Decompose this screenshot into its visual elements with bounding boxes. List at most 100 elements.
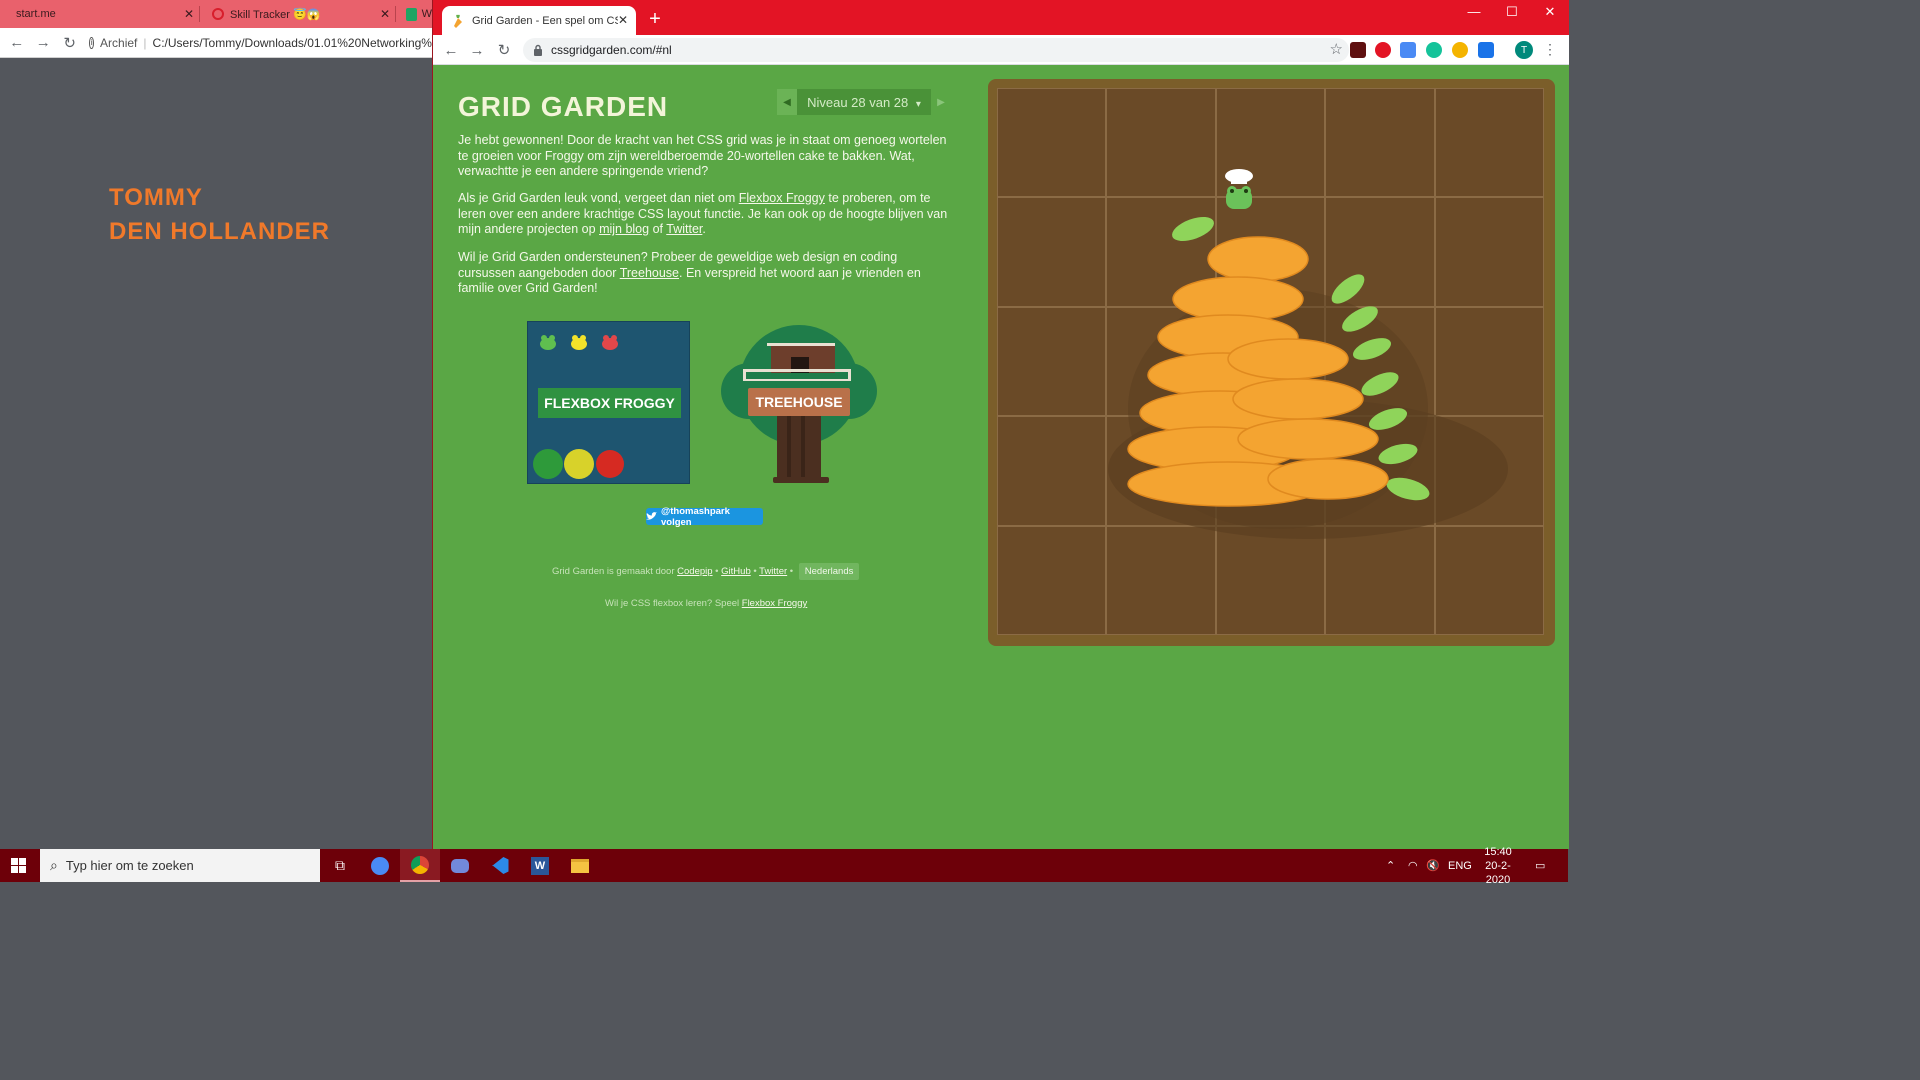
reload-icon[interactable]: ↻ (492, 38, 516, 62)
taskbar: ⌕ Typ hier om te zoeken ⧉ W ⌃ ◠ 🔇 ENG 15… (0, 846, 1568, 886)
tab-sheets[interactable]: W (398, 0, 432, 28)
vscode-app-icon[interactable] (480, 849, 520, 882)
separator: • (750, 566, 760, 577)
separator: • (787, 566, 796, 577)
github-link[interactable]: GitHub (721, 566, 751, 577)
address-bar[interactable]: cssgridgarden.com/#nl ☆ (523, 38, 1349, 62)
grammarly-extension-icon[interactable] (1426, 42, 1442, 58)
omnibox-divider: | (143, 35, 147, 50)
loading-spinner-icon (212, 8, 224, 20)
extension-icon[interactable] (1478, 42, 1494, 58)
close-tab-icon[interactable]: ✕ (184, 7, 194, 21)
maximize-button[interactable]: ☐ (1497, 4, 1527, 20)
taskbar-search[interactable]: ⌕ Typ hier om te zoeken (40, 849, 320, 882)
file-explorer-icon[interactable] (560, 849, 600, 882)
tab-grid-garden[interactable]: Grid Garden - Een spel om CSS g ✕ (442, 6, 636, 35)
sheets-icon (406, 7, 417, 21)
blog-link[interactable]: mijn blog (599, 222, 649, 236)
clock-date: 20-2-2020 (1485, 859, 1511, 886)
next-level-button[interactable]: ▶ (931, 89, 951, 115)
close-tab-icon[interactable]: ✕ (618, 13, 628, 27)
bookmark-star-icon[interactable]: ☆ (1330, 40, 1343, 58)
google-app-icon[interactable] (360, 849, 400, 882)
text: Als je Grid Garden leuk vond, vergeet da… (458, 191, 739, 205)
promo-paragraph: Als je Grid Garden leuk vond, vergeet da… (458, 191, 954, 238)
url-text: cssgridgarden.com/#nl (551, 43, 672, 57)
treehouse-label: TREEHOUSE (748, 388, 850, 416)
back-arrow-icon[interactable]: ← (439, 38, 463, 62)
clock[interactable]: 15:40 20-2-2020 (1476, 846, 1520, 886)
background-browser-window: start.me ✕ Skill Tracker 😇😱 ✕ W ← → ↻ i … (0, 0, 432, 849)
adblock-extension-icon[interactable] (1375, 42, 1391, 58)
twitter-follow-button[interactable]: @thomashpark volgen (646, 505, 763, 528)
chevron-up-icon[interactable]: ⌃ (1386, 849, 1395, 882)
chevron-down-icon: ▾ (915, 98, 921, 110)
twitter-footer-link[interactable]: Twitter (759, 566, 787, 577)
win-paragraph: Je hebt gewonnen! Door de kracht van het… (458, 133, 947, 178)
url-text: C:/Users/Tommy/Downloads/01.01%20Network… (152, 35, 432, 50)
tab-label: W (421, 8, 432, 20)
tab-label: start.me (16, 8, 56, 20)
tab-skill-tracker[interactable]: Skill Tracker 😇😱 ✕ (200, 0, 396, 28)
title-bar: Grid Garden - Een spel om CSS g ✕ + — ☐ … (433, 0, 1569, 35)
tab-label: Skill Tracker 😇😱 (230, 8, 321, 21)
codepip-link[interactable]: Codepip (677, 566, 712, 577)
name-first: TOMMY (109, 184, 203, 211)
close-window-button[interactable]: ✕ (1535, 4, 1565, 20)
twitter-follow-label: @thomashpark volgen (660, 505, 730, 528)
carrot-cake-illustration (1108, 169, 1508, 539)
text: Wil je CSS flexbox leren? Speel (605, 598, 742, 609)
volume-muted-icon[interactable]: 🔇 (1426, 849, 1440, 882)
flexbox-froggy-footer-link[interactable]: Flexbox Froggy (742, 598, 807, 609)
footer-credits: Grid Garden is gemaakt door Codepip • Gi… (552, 563, 860, 580)
forward-arrow-icon[interactable]: → (31, 31, 54, 55)
windows-start-icon[interactable] (11, 858, 27, 874)
flexbox-froggy-card[interactable]: FLEXBOX FROGGY (527, 321, 690, 484)
twitter-bird-icon (646, 512, 657, 520)
security-label: Archief (100, 35, 138, 50)
tab-start-me[interactable]: start.me ✕ (0, 0, 200, 28)
address-bar[interactable]: i Archief | C:/Users/Tommy/Downloads/01.… (89, 36, 432, 50)
tab-separator (395, 6, 396, 22)
reload-icon[interactable]: ↻ (58, 31, 81, 55)
treehouse-link[interactable]: Treehouse (620, 266, 679, 280)
level-text: Niveau 28 van 28 (807, 94, 909, 110)
wifi-icon[interactable]: ◠ (1408, 849, 1418, 882)
close-tab-icon[interactable]: ✕ (380, 7, 390, 21)
new-tab-button[interactable]: + (645, 8, 665, 31)
task-view-icon[interactable]: ⧉ (320, 849, 360, 882)
language-button[interactable]: Nederlands (798, 563, 860, 580)
color-picker-extension-icon[interactable] (1452, 42, 1468, 58)
text: of (649, 222, 667, 236)
name-heading: TOMMY DEN HOLLANDER (109, 181, 330, 249)
search-icon: ⌕ (50, 857, 58, 873)
active-browser-window: Grid Garden - Een spel om CSS g ✕ + — ☐ … (432, 0, 1569, 849)
back-arrow-icon[interactable]: ← (5, 31, 28, 55)
search-placeholder: Typ hier om te zoeken (65, 858, 194, 873)
carrot-favicon-icon (454, 14, 462, 28)
flexbox-froggy-link[interactable]: Flexbox Froggy (739, 191, 825, 205)
word-app-icon[interactable]: W (520, 849, 560, 882)
text: . (702, 222, 706, 236)
previous-level-button[interactable]: ◀ (777, 89, 797, 115)
garden-board (988, 79, 1555, 646)
footer-promo: Wil je CSS flexbox leren? Speel Flexbox … (605, 598, 807, 609)
menu-dots-icon[interactable]: ⋮ (1543, 41, 1557, 58)
clock-time: 15:40 (1484, 845, 1512, 858)
level-label[interactable]: Niveau 28 van 28 ▾ (797, 95, 931, 110)
discord-app-icon[interactable] (440, 849, 480, 882)
level-selector[interactable]: ◀ Niveau 28 van 28 ▾ ▶ (777, 89, 951, 115)
minimize-button[interactable]: — (1459, 4, 1489, 19)
name-last: DEN HOLLANDER (109, 218, 330, 245)
separator: • (712, 566, 722, 577)
text: Grid Garden is gemaakt door (552, 566, 678, 577)
chrome-app-icon[interactable] (400, 849, 440, 882)
notifications-icon[interactable]: ▭ (1535, 849, 1545, 882)
translate-extension-icon[interactable] (1400, 42, 1416, 58)
twitter-link[interactable]: Twitter (666, 222, 702, 236)
profile-avatar[interactable]: T (1515, 41, 1533, 59)
pdf-extension-icon[interactable] (1350, 42, 1366, 58)
lock-icon (534, 44, 542, 56)
language-indicator[interactable]: ENG (1448, 849, 1472, 882)
forward-arrow-icon[interactable]: → (465, 38, 489, 62)
